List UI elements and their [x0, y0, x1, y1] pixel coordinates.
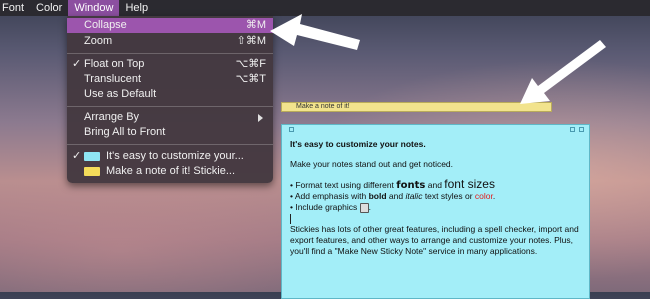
menu-bar: Font Color Window Help [0, 0, 650, 16]
note-blue-window-label: It's easy to customize your... [106, 150, 244, 162]
arrange-by-label: Arrange By [84, 111, 140, 123]
menu-window[interactable]: Window [68, 0, 120, 16]
sticky-note-blue[interactable]: It's easy to customize your notes. Make … [281, 124, 590, 299]
note-paragraph: Stickies has lots of other great feature… [290, 224, 579, 256]
note-bullet-graphics: • Include graphics . [290, 202, 371, 213]
note-yellow-window-label: Make a note of it! Stickie... [106, 165, 236, 177]
checkmark-icon: ✓ [72, 58, 82, 70]
yellow-color-swatch [84, 167, 100, 176]
float-on-top-label: Float on Top [84, 58, 145, 70]
menu-color[interactable]: Color [30, 0, 68, 16]
font-sizes-word: font sizes [444, 177, 495, 191]
note-text-area[interactable]: It's easy to customize your notes. Make … [290, 139, 582, 257]
zoom-label: Zoom [84, 35, 113, 47]
menu-font[interactable]: Font [0, 0, 30, 16]
collapse-shortcut: ⌘M [245, 19, 266, 31]
translucent-label: Translucent [84, 73, 142, 85]
close-box-icon[interactable] [289, 127, 294, 132]
float-on-top-shortcut: ⌥⌘F [235, 58, 266, 70]
menu-help[interactable]: Help [119, 0, 154, 16]
menu-separator [67, 144, 273, 145]
menu-separator [67, 106, 273, 107]
menu-separator [67, 53, 273, 54]
bring-all-to-front-label: Bring All to Front [84, 126, 166, 138]
menu-item-float-on-top[interactable]: ✓ Float on Top ⌥⌘F [67, 57, 273, 72]
color-word: color [474, 191, 493, 201]
menu-item-use-as-default[interactable]: Use as Default [67, 87, 273, 102]
note-title-bar[interactable] [282, 125, 589, 134]
window-menu-dropdown: Collapse ⌘M Zoom ⇧⌘M ✓ Float on Top ⌥⌘F … [67, 16, 273, 183]
note-line: Make your notes stand out and get notice… [290, 159, 454, 169]
menu-item-bring-all-to-front[interactable]: Bring All to Front [67, 125, 273, 140]
menu-item-note-blue[interactable]: ✓ It's easy to customize your... [67, 149, 273, 164]
menu-item-collapse[interactable]: Collapse ⌘M [67, 18, 273, 33]
note-bullet-fonts: • Format text using different fonts and … [290, 177, 495, 191]
blue-color-swatch [84, 152, 100, 161]
text-cursor [290, 213, 291, 224]
menu-item-zoom[interactable]: Zoom ⇧⌘M [67, 34, 273, 49]
fonts-word: fonts [396, 180, 426, 191]
submenu-arrow-icon [258, 114, 263, 122]
zoom-shortcut: ⇧⌘M [236, 35, 266, 47]
note-yellow-title: Make a note of it! [296, 103, 350, 110]
translucent-shortcut: ⌥⌘T [235, 73, 266, 85]
collapse-label: Collapse [84, 19, 127, 31]
menu-item-arrange-by[interactable]: Arrange By [67, 110, 273, 125]
note-heading: It's easy to customize your notes. [290, 139, 426, 149]
menu-item-translucent[interactable]: Translucent ⌥⌘T [67, 72, 273, 87]
sticky-note-yellow-collapsed[interactable]: Make a note of it! [281, 102, 552, 112]
document-icon [359, 202, 369, 213]
checkmark-icon: ✓ [72, 150, 82, 162]
zoom-box-icon[interactable] [570, 127, 575, 132]
use-as-default-label: Use as Default [84, 88, 157, 100]
note-bullet-emphasis: • Add emphasis with bold and italic text… [290, 191, 496, 201]
collapse-box-icon[interactable] [579, 127, 584, 132]
menu-item-note-yellow[interactable]: Make a note of it! Stickie... [67, 164, 273, 179]
